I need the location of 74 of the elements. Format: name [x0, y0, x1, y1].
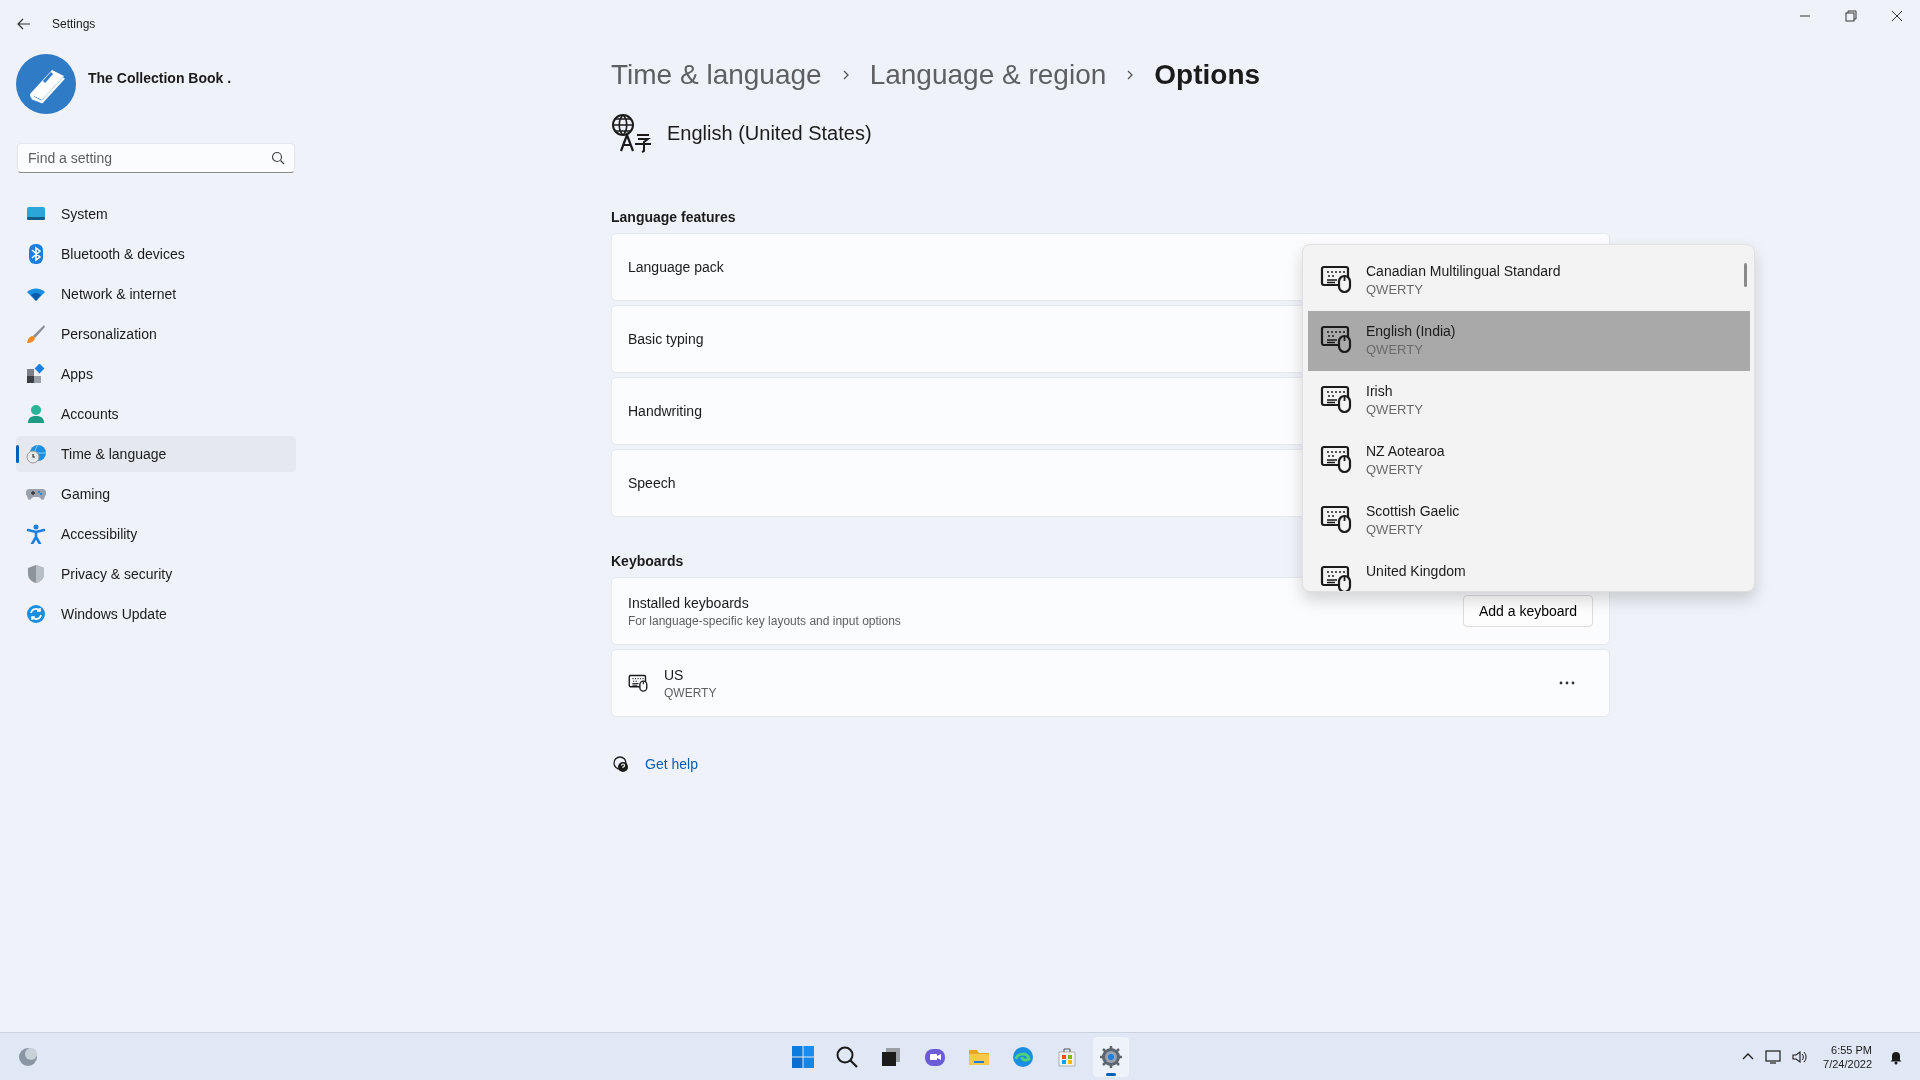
option-name: Scottish Gaelic — [1366, 503, 1460, 519]
bluetooth-icon — [26, 244, 46, 264]
gear-icon — [1098, 1044, 1123, 1069]
keyboard-mouse-icon — [1320, 263, 1352, 295]
dropdown-option[interactable]: English (India) QWERTY — [1308, 311, 1750, 371]
back-arrow-icon[interactable] — [16, 16, 32, 32]
setting-label: Basic typing — [628, 331, 704, 347]
language-name: English (United States) — [667, 121, 872, 145]
person-icon — [26, 404, 46, 424]
keyboard-layout: QWERTY — [664, 685, 717, 700]
setting-label: Language pack — [628, 259, 724, 275]
search-icon — [834, 1044, 859, 1069]
clock-time: 6:55 PM — [1830, 1042, 1872, 1057]
scrollbar-thumb[interactable] — [1744, 263, 1747, 287]
minimize-icon — [1800, 15, 1810, 17]
nav-item[interactable]: Network & internet — [16, 276, 296, 312]
nav-item[interactable]: Time & language — [16, 436, 296, 472]
window-title: Settings — [52, 17, 96, 31]
option-layout: QWERTY — [1366, 402, 1423, 417]
globe-clock-icon — [26, 444, 46, 464]
account-name: The Collection Book . — [88, 70, 232, 86]
get-help-link[interactable]: Get help — [645, 756, 698, 772]
setting-label: Speech — [628, 475, 676, 491]
breadcrumb-link[interactable]: Time & language — [611, 59, 822, 91]
keyboard-mouse-icon — [628, 673, 648, 693]
breadcrumb-link[interactable]: Language & region — [869, 59, 1107, 91]
nav-item[interactable]: Accounts — [16, 396, 296, 432]
option-layout: QWERTY — [1366, 282, 1424, 297]
language-icon — [611, 113, 651, 153]
nav-item[interactable]: Privacy & security — [16, 556, 296, 592]
section-heading: Language features — [611, 209, 737, 225]
accessibility-icon — [26, 524, 46, 544]
search-field[interactable]: Find a setting — [17, 143, 295, 173]
option-layout: QWERTY — [1366, 342, 1424, 357]
section-heading: Keyboards — [611, 553, 685, 569]
keyboard-mouse-icon — [1320, 323, 1352, 355]
nav-item[interactable]: Bluetooth & devices — [16, 236, 296, 272]
browser-icon — [1010, 1044, 1035, 1069]
apps-icon — [26, 364, 46, 384]
setting-label: Installed keyboards — [628, 594, 750, 611]
paintbrush-icon — [26, 324, 46, 344]
keyboard-mouse-icon — [1320, 383, 1352, 415]
nav-item[interactable]: Accessibility — [16, 516, 296, 552]
clock-date: 7/24/2022 — [1823, 1056, 1872, 1071]
dropdown-option[interactable]: United Kingdom — [1308, 551, 1750, 591]
more-options-icon[interactable] — [1559, 681, 1575, 685]
option-name: Canadian Multilingual Standard — [1366, 263, 1561, 279]
option-name: Irish — [1366, 383, 1394, 399]
sync-icon — [26, 604, 46, 624]
nav-item[interactable]: Gaming — [16, 476, 296, 512]
nav-item[interactable]: Apps — [16, 356, 296, 392]
restore-icon — [1843, 8, 1859, 24]
setting-description: For language-specific key layouts and input options — [628, 613, 901, 628]
nav-item[interactable]: System — [16, 196, 296, 232]
option-layout: QWERTY — [1366, 522, 1424, 537]
add-keyboard-button[interactable]: Add a keyboard — [1462, 595, 1593, 627]
keyboard-mouse-icon — [1320, 443, 1352, 475]
clock[interactable]: 6:55 PM 7/24/2022 — [1823, 1042, 1872, 1071]
start-icon — [790, 1044, 815, 1069]
page-title: Options — [1154, 59, 1261, 91]
close-icon — [1889, 8, 1905, 24]
keyboard-card[interactable]: US QWERTY — [611, 649, 1610, 717]
shield-icon — [26, 564, 46, 584]
nav-item[interactable]: Personalization — [16, 316, 296, 352]
keyboard-name: US — [664, 666, 685, 683]
search-icon — [271, 151, 285, 165]
volume-icon[interactable] — [1791, 1048, 1808, 1065]
option-name: United Kingdom — [1366, 563, 1466, 579]
option-layout: QWERTY — [1366, 462, 1424, 477]
help-chat-icon — [611, 755, 629, 773]
nav-item[interactable]: Windows Update — [16, 596, 296, 632]
keyboard-mouse-icon — [1320, 503, 1352, 535]
option-name: English (India) — [1366, 323, 1456, 339]
setting-label: Handwriting — [628, 403, 702, 419]
